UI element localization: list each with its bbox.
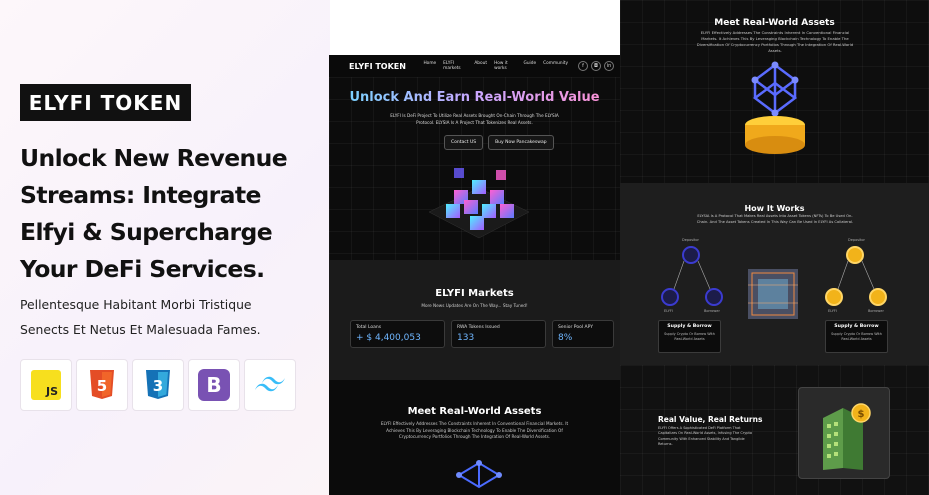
linkedin-icon[interactable]: in bbox=[604, 61, 614, 71]
real-value-preview: Real Value, Real Returns ELYFI Offers A … bbox=[620, 365, 929, 495]
hero-description: ELYFI Is DeFi Project To Utilize Real As… bbox=[390, 113, 559, 125]
bootstrap-icon: B bbox=[188, 359, 240, 411]
how-card-title: Supply & Borrow bbox=[834, 324, 879, 329]
node-label-elyfi: ELYFI bbox=[828, 309, 837, 313]
brand-badge: ELYFI TOKEN bbox=[20, 84, 191, 121]
contact-button[interactable]: Contact US bbox=[444, 135, 484, 150]
value-description: ELYFI Offers A Sophisticated DeFi Platfo… bbox=[658, 426, 753, 446]
stat-label: RWA Tokens Issued bbox=[457, 325, 500, 330]
stat-label: Total Loans bbox=[356, 325, 382, 330]
stat-value: 133 bbox=[457, 333, 475, 343]
website-preview-main: ELYFI TOKEN Home ELYFI markets About How… bbox=[329, 55, 620, 495]
buy-pancakeswap-button[interactable]: Buy Now Pancakeswap bbox=[488, 135, 554, 150]
markets-title: ELYFI Markets bbox=[435, 288, 514, 299]
nav-link-markets[interactable]: ELYFI markets bbox=[443, 61, 467, 71]
promo-panel: ELYFI TOKEN Unlock New Revenue Streams: … bbox=[0, 0, 330, 495]
stat-value: 8% bbox=[558, 333, 573, 343]
css3-label: 3 bbox=[153, 377, 163, 395]
markets-subtitle: More News Updates Are On The Way... Stay… bbox=[421, 303, 528, 308]
stat-card-senior-pool-apy: Senior Pool APY 8% bbox=[552, 320, 614, 348]
stat-card-rwa-tokens: RWA Tokens Issued 133 bbox=[451, 320, 546, 348]
how-card-text: Supply Crypto Or Borrow With Real-World … bbox=[664, 332, 715, 341]
how-card: Supply & Borrow Supply Crypto Or Borrow … bbox=[825, 320, 888, 353]
right-flow-diagram bbox=[825, 246, 887, 306]
markets-section: ELYFI Markets More News Updates Are On T… bbox=[329, 260, 620, 380]
subline-line: Senects Et Netus Et Malesuada Fames. bbox=[20, 322, 261, 337]
how-description: ELYSIA Is A Protocol That Makes Real Ass… bbox=[696, 214, 854, 224]
headline-line: Elfyi & Supercharge bbox=[20, 218, 273, 246]
node-label-borrower: Borrower bbox=[704, 309, 720, 313]
node-label-borrower: Borrower bbox=[868, 309, 884, 313]
hero-buttons: Contact US Buy Now Pancakeswap bbox=[444, 135, 554, 150]
tech-stack-row: JS 5 3 B bbox=[20, 359, 296, 411]
left-flow-diagram bbox=[661, 246, 723, 306]
how-card-title: Supply & Borrow bbox=[667, 324, 712, 329]
javascript-icon: JS bbox=[20, 359, 72, 411]
how-it-works-preview: How It Works ELYSIA Is A Protocol That M… bbox=[620, 183, 929, 365]
value-title: Real Value, Real Returns bbox=[658, 415, 763, 424]
how-title: How It Works bbox=[744, 204, 805, 213]
meet-assets-section: Meet Real-World Assets ELYFI Effectively… bbox=[329, 380, 620, 495]
headline-line: Your DeFi Services. bbox=[20, 255, 265, 283]
meet-description: ELYFI Effectively Addresses The Constrai… bbox=[380, 421, 569, 439]
node-label-depositor: Depositor bbox=[848, 238, 865, 242]
markets-stats: Total Loans + $ 4,400,053 RWA Tokens Iss… bbox=[350, 320, 614, 348]
nav-link-how-it-works[interactable]: How it works bbox=[494, 61, 516, 71]
node-label-depositor: Depositor bbox=[682, 238, 699, 242]
html5-icon: 5 bbox=[76, 359, 128, 411]
subline-line: Pellentesque Habitant Morbi Tristique bbox=[20, 297, 252, 312]
data-cube-illustration bbox=[748, 269, 798, 319]
svg-text:$: $ bbox=[858, 409, 865, 420]
html5-label: 5 bbox=[97, 377, 107, 395]
top-navigation: ELYFI TOKEN Home ELYFI markets About How… bbox=[329, 55, 620, 77]
nav-link-community[interactable]: Community bbox=[543, 61, 568, 71]
nav-link-home[interactable]: Home bbox=[423, 61, 436, 71]
headline-line: Streams: Integrate bbox=[20, 181, 261, 209]
stat-card-total-loans: Total Loans + $ 4,400,053 bbox=[350, 320, 445, 348]
nav-links: Home ELYFI markets About How it works Gu… bbox=[423, 61, 568, 71]
nav-link-guide[interactable]: Guide bbox=[524, 61, 537, 71]
blockchain-pedestal-illustration bbox=[745, 61, 805, 154]
facebook-icon[interactable]: f bbox=[578, 61, 588, 71]
nav-link-about[interactable]: About bbox=[474, 61, 487, 71]
instagram-icon[interactable]: ◘ bbox=[591, 61, 601, 71]
social-links: f ◘ in bbox=[578, 61, 614, 71]
promo-headline: Unlock New Revenue Streams: Integrate El… bbox=[20, 140, 320, 288]
hero-title: Unlock And Earn Real-World Value bbox=[329, 90, 620, 105]
how-card-text: Supply Crypto Or Borrow With Real-World … bbox=[831, 332, 882, 341]
meet-title: Meet Real-World Assets bbox=[714, 18, 835, 28]
cube-network-illustration bbox=[456, 460, 502, 489]
node-label-elyfi: ELYFI bbox=[664, 309, 673, 313]
stat-value: + $ 4,400,053 bbox=[356, 333, 421, 343]
how-card: Supply & Borrow Supply Crypto Or Borrow … bbox=[658, 320, 721, 353]
meet-assets-preview: Meet Real-World Assets ELYFI Effectively… bbox=[620, 0, 929, 183]
javascript-label: JS bbox=[45, 385, 58, 398]
css3-icon: 3 bbox=[132, 359, 184, 411]
promo-subline: Pellentesque Habitant Morbi Tristique Se… bbox=[20, 292, 320, 342]
tailwind-icon bbox=[244, 359, 296, 411]
nav-logo[interactable]: ELYFI TOKEN bbox=[349, 62, 423, 71]
building-illustration-box: $ bbox=[798, 387, 890, 479]
stat-label: Senior Pool APY bbox=[558, 325, 593, 330]
headline-line: Unlock New Revenue bbox=[20, 144, 288, 172]
building-icon: $ bbox=[823, 403, 871, 470]
hero-cubes-illustration bbox=[428, 168, 530, 239]
meet-title: Meet Real-World Assets bbox=[407, 406, 542, 417]
bootstrap-label: B bbox=[206, 373, 222, 397]
